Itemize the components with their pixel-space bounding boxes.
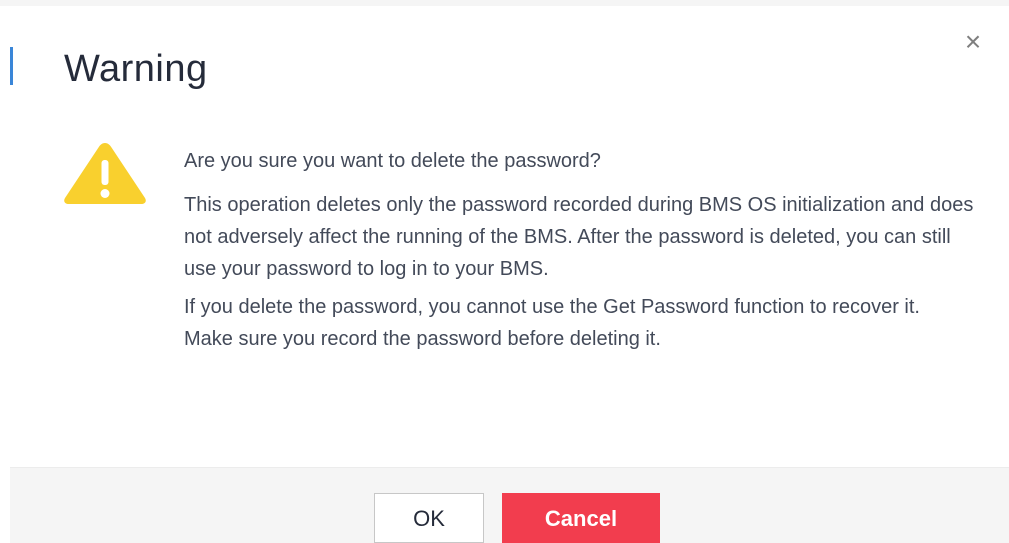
message-paragraph-2: If you delete the password, you cannot u… xyxy=(184,296,920,350)
title-accent-bar xyxy=(10,47,13,85)
dialog-title: Warning xyxy=(64,48,208,90)
dialog-top-divider xyxy=(0,0,1009,6)
confirm-question: Are you sure you want to delete the pass… xyxy=(184,150,601,172)
close-icon[interactable]: × xyxy=(958,28,988,56)
cancel-button[interactable]: Cancel xyxy=(502,493,660,543)
dialog-message: Are you sure you want to delete the pass… xyxy=(184,145,974,361)
warning-triangle-icon xyxy=(64,143,146,204)
ok-button[interactable]: OK xyxy=(374,493,484,543)
message-paragraph-1: This operation deletes only the password… xyxy=(184,194,974,280)
warning-dialog: Warning × Are you sure you want to delet… xyxy=(0,0,1009,543)
